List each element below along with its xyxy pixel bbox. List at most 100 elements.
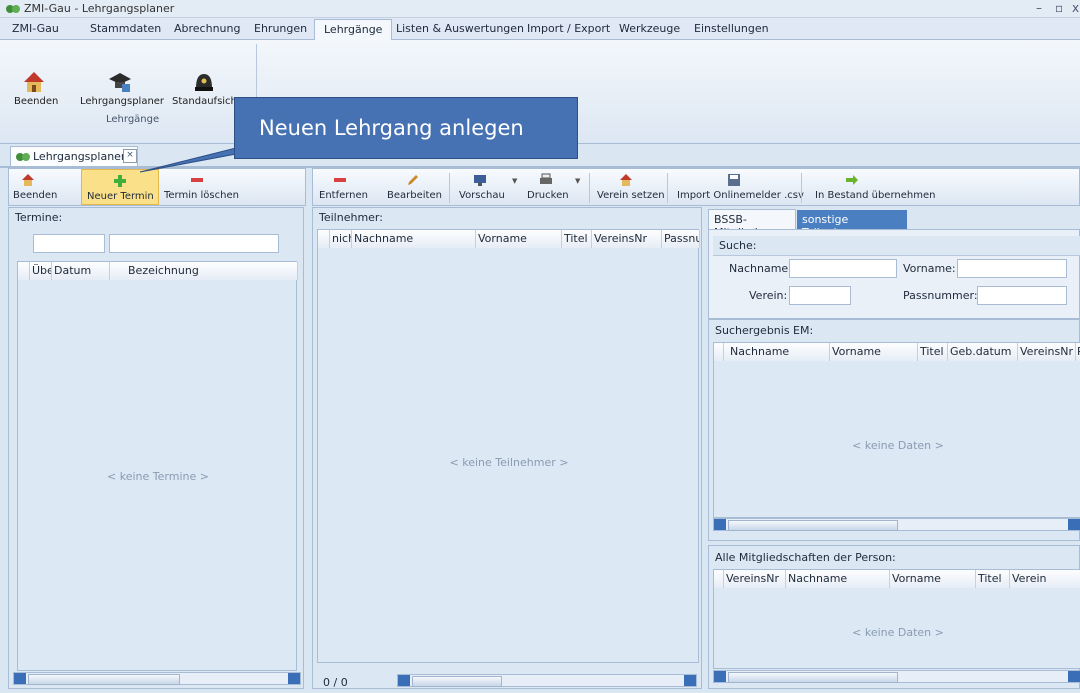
column-header[interactable]: Titel bbox=[976, 570, 1010, 588]
column-header[interactable]: VereinsNr bbox=[724, 570, 786, 588]
vorschau-button[interactable]: Vorschau bbox=[459, 190, 505, 201]
close-tab-icon[interactable]: × bbox=[123, 149, 137, 163]
column-header[interactable]: Datum bbox=[52, 262, 110, 280]
tab-werkzeuge[interactable]: Werkzeuge bbox=[619, 22, 680, 35]
minimize-icon[interactable]: – bbox=[1036, 1, 1042, 15]
tab-abrechnung[interactable]: Abrechnung bbox=[174, 22, 240, 35]
passnummer-label: Passnummer: bbox=[903, 289, 978, 302]
row-indicator-column bbox=[18, 262, 30, 280]
suchergebnis-header: Suchergebnis EM: bbox=[715, 324, 814, 337]
column-header[interactable]: Bezeichnung bbox=[110, 262, 298, 280]
scroll-right-arrow[interactable] bbox=[288, 673, 300, 684]
scroll-thumb[interactable] bbox=[728, 672, 898, 683]
tab-sonstige-teilnehmer[interactable]: sonstige Teilnehmer bbox=[797, 210, 907, 239]
termine-filter-bezeichnung[interactable] bbox=[109, 234, 279, 253]
graduation-cap-icon bbox=[109, 73, 131, 92]
scroll-left-arrow[interactable] bbox=[398, 675, 410, 686]
toolbar-separator bbox=[801, 173, 802, 203]
lehrgangsplaner-ribbon-button[interactable]: Lehrgangsplaner bbox=[80, 70, 164, 120]
minus-icon bbox=[191, 178, 203, 182]
tab-einstellungen[interactable]: Einstellungen bbox=[694, 22, 769, 35]
toolbar-separator bbox=[449, 173, 450, 203]
beenden-ribbon-button[interactable]: Beenden bbox=[14, 70, 58, 120]
verein-input[interactable] bbox=[789, 286, 851, 305]
horizontal-scrollbar[interactable] bbox=[397, 674, 697, 687]
tab-lehrgaenge[interactable]: Lehrgänge bbox=[314, 19, 393, 41]
column-header[interactable]: Nachname bbox=[724, 343, 830, 361]
in-bestand-uebernehmen-button[interactable]: In Bestand übernehmen bbox=[815, 190, 935, 201]
scroll-thumb[interactable] bbox=[728, 520, 898, 531]
entfernen-button[interactable]: Entfernen bbox=[319, 190, 368, 201]
column-header[interactable]: Nachname bbox=[352, 230, 476, 248]
import-onlinemelder-button[interactable]: Import Onlinemelder .csv bbox=[677, 190, 804, 201]
tab-listen-auswertungen[interactable]: Listen & Auswertungen bbox=[396, 22, 524, 35]
column-header[interactable]: Verein bbox=[1010, 570, 1080, 588]
horizontal-scrollbar[interactable] bbox=[13, 672, 301, 685]
close-icon[interactable]: x bbox=[1072, 1, 1079, 15]
mitgliedschaften-panel: Alle Mitgliedschaften der Person: Verein… bbox=[708, 545, 1080, 689]
beenden-button[interactable]: Beenden bbox=[13, 190, 57, 201]
scroll-left-arrow[interactable] bbox=[714, 671, 726, 682]
title-bar: ZMI-Gau - Lehrgangsplaner – ▫ x bbox=[0, 0, 1080, 18]
scroll-right-arrow[interactable] bbox=[1068, 671, 1080, 682]
tab-ehrungen[interactable]: Ehrungen bbox=[254, 22, 307, 35]
scroll-left-arrow[interactable] bbox=[14, 673, 26, 684]
horizontal-scrollbar[interactable] bbox=[713, 518, 1080, 531]
column-header[interactable]: nich bbox=[330, 230, 352, 248]
tab-stammdaten[interactable]: Stammdaten bbox=[90, 22, 161, 35]
mitgliedschaften-grid: VereinsNr Nachname Vorname Titel Verein … bbox=[713, 569, 1080, 669]
column-header[interactable]: Nachname bbox=[786, 570, 890, 588]
vorname-label: Vorname: bbox=[903, 262, 956, 275]
scroll-thumb[interactable] bbox=[412, 676, 502, 687]
termine-filter-datum[interactable] bbox=[33, 234, 105, 253]
horizontal-scrollbar[interactable] bbox=[713, 670, 1080, 683]
neuer-termin-button[interactable]: Neuer Termin bbox=[81, 169, 159, 205]
verein-setzen-button[interactable]: Verein setzen bbox=[597, 190, 665, 201]
termin-loeschen-button[interactable]: Termin löschen bbox=[164, 190, 239, 201]
teilnehmer-panel: Teilnehmer: nich Nachname Vorname Titel … bbox=[312, 207, 702, 689]
tab-bssb-mitglieder[interactable]: BSSB-Mitglieder bbox=[708, 209, 796, 239]
row-indicator-column bbox=[714, 570, 724, 588]
column-header[interactable]: VereinsNr bbox=[592, 230, 662, 248]
column-header[interactable]: Übe bbox=[30, 262, 52, 280]
nachname-input[interactable] bbox=[789, 259, 897, 278]
tab-import-export[interactable]: Import / Export bbox=[527, 22, 610, 35]
scroll-right-arrow[interactable] bbox=[1068, 519, 1080, 530]
teilnehmer-count: 0 / 0 bbox=[323, 676, 348, 689]
passnummer-input[interactable] bbox=[977, 286, 1067, 305]
column-header[interactable]: VereinsNr bbox=[1018, 343, 1076, 361]
row-indicator-column bbox=[318, 230, 330, 248]
mitgliedschaften-header: Alle Mitgliedschaften der Person: bbox=[715, 551, 896, 564]
scroll-right-arrow[interactable] bbox=[684, 675, 696, 686]
termine-header: Termine: bbox=[15, 211, 63, 224]
column-header[interactable]: Vorname bbox=[476, 230, 562, 248]
vorname-input[interactable] bbox=[957, 259, 1067, 278]
ribbon-group-label: Lehrgänge bbox=[106, 114, 160, 125]
column-header[interactable]: Geb.datum bbox=[948, 343, 1018, 361]
column-header[interactable]: Titel bbox=[918, 343, 948, 361]
column-header[interactable]: Pa bbox=[1076, 343, 1080, 361]
document-tab-label: Lehrgangsplaner bbox=[33, 150, 126, 163]
column-header[interactable]: Vorname bbox=[890, 570, 976, 588]
chevron-down-icon[interactable]: ▼ bbox=[575, 177, 580, 185]
teilnehmer-grid: nich Nachname Vorname Titel VereinsNr Pa… bbox=[317, 229, 700, 663]
document-tab-lehrgangsplaner[interactable]: Lehrgangsplaner × bbox=[10, 146, 138, 167]
tab-zmi-gau[interactable]: ZMI-Gau bbox=[12, 22, 59, 35]
column-header[interactable]: Vorname bbox=[830, 343, 918, 361]
chevron-down-icon[interactable]: ▼ bbox=[512, 177, 517, 185]
toolbar-separator bbox=[589, 173, 590, 203]
house-icon bbox=[22, 174, 34, 186]
maximize-icon[interactable]: ▫ bbox=[1055, 1, 1063, 15]
termine-grid: Übe Datum Bezeichnung < keine Termine > bbox=[17, 261, 298, 671]
drucken-button[interactable]: Drucken bbox=[527, 190, 569, 201]
floppy-disk-icon bbox=[728, 174, 740, 186]
bearbeiten-button[interactable]: Bearbeiten bbox=[387, 190, 442, 201]
nachname-label: Nachname: bbox=[729, 262, 792, 275]
column-header[interactable]: Passnur bbox=[662, 230, 700, 248]
standaufsicht-ribbon-button[interactable]: Standaufsicht bbox=[172, 70, 241, 120]
app-icon bbox=[6, 5, 20, 13]
column-header[interactable]: Titel bbox=[562, 230, 592, 248]
scroll-thumb[interactable] bbox=[28, 674, 180, 685]
scroll-left-arrow[interactable] bbox=[714, 519, 726, 530]
house-icon bbox=[620, 174, 632, 186]
